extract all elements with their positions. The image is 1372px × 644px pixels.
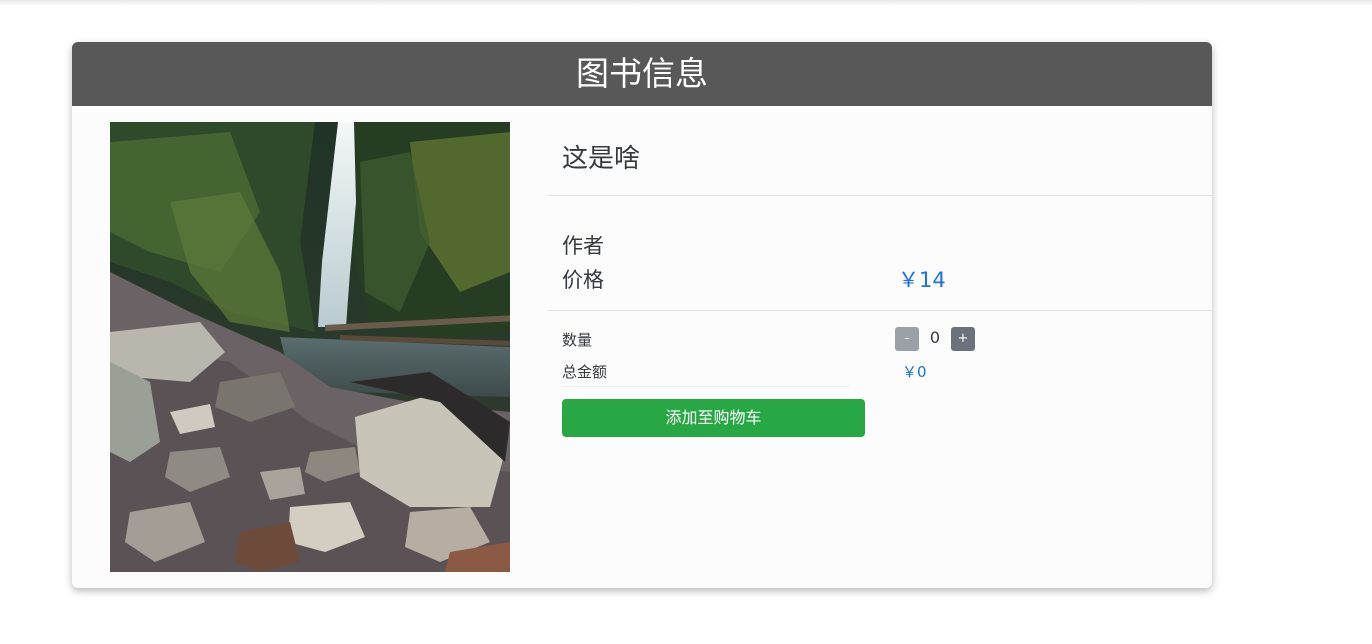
total-amount-value: ￥0 <box>902 363 927 381</box>
divider <box>547 310 1212 311</box>
book-title: 这是啥 <box>562 144 641 174</box>
waterfall-image <box>110 122 510 572</box>
quantity-value: 0 <box>929 328 941 347</box>
card-header-title: 图书信息 <box>72 42 1212 106</box>
total-amount-label: 总金额 <box>562 363 608 381</box>
price-value: ￥14 <box>898 268 946 292</box>
book-info-card: 图书信息 这是啥 作者 价格 ￥14 数量 - 0 + 总金额 ￥0 添加至购物… <box>72 42 1212 588</box>
divider <box>547 195 1212 196</box>
add-to-cart-button[interactable]: 添加至购物车 <box>562 399 865 437</box>
book-cover-image <box>110 122 510 572</box>
top-shadow <box>0 0 1372 6</box>
divider <box>562 386 850 387</box>
increase-quantity-button[interactable]: + <box>951 327 975 351</box>
decrease-quantity-button[interactable]: - <box>895 327 919 351</box>
author-label: 作者 <box>562 234 604 258</box>
price-label: 价格 <box>562 268 604 292</box>
quantity-label: 数量 <box>562 331 593 349</box>
